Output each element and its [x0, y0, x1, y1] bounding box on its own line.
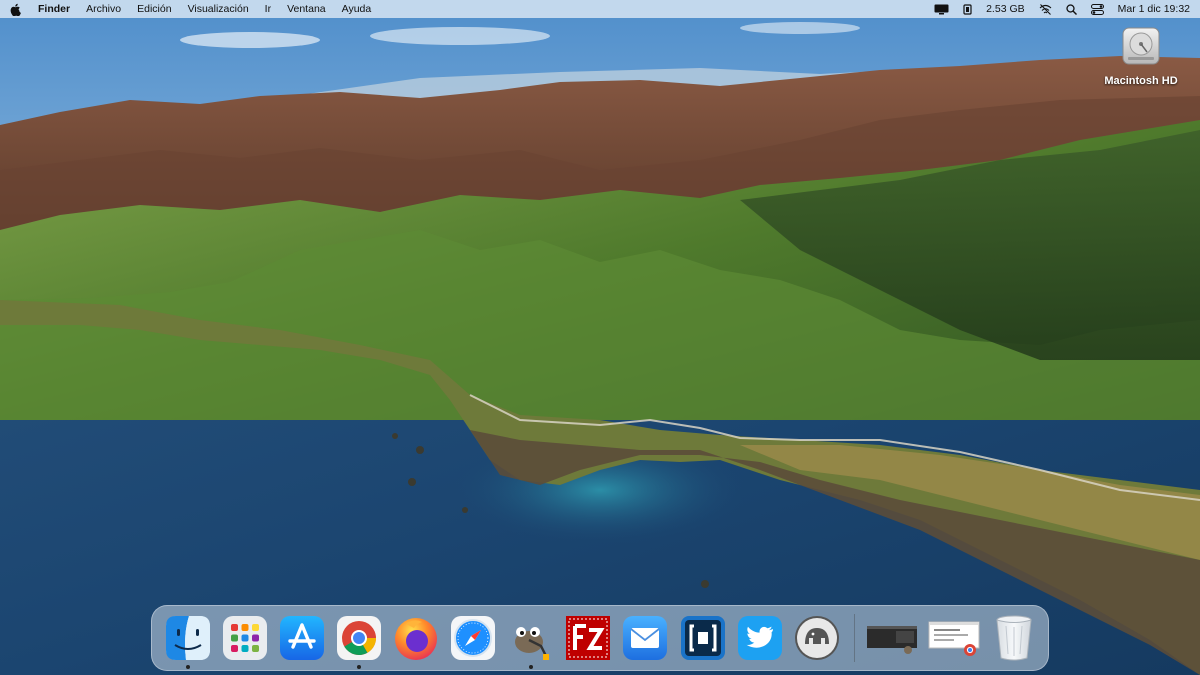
dock-safari[interactable] — [450, 614, 497, 662]
hard-drive-icon — [1119, 24, 1163, 73]
safari-icon — [450, 615, 496, 661]
dock-minimized-chrome[interactable] — [927, 614, 982, 662]
dock-launchpad[interactable] — [222, 614, 269, 662]
spotlight-search-icon[interactable] — [1065, 3, 1077, 15]
control-center-icon[interactable] — [1090, 3, 1104, 15]
menu-visualizacion[interactable]: Visualización — [188, 3, 249, 15]
trash-icon — [994, 614, 1034, 662]
filezilla-icon — [564, 614, 612, 662]
dock-mamp[interactable] — [793, 614, 841, 662]
elephant-icon — [793, 614, 841, 662]
dock-gimp[interactable] — [507, 614, 555, 669]
dock-app-store[interactable] — [278, 614, 325, 662]
memory-chip-icon[interactable] — [963, 3, 972, 15]
finder-icon — [165, 615, 211, 661]
menu-ventana[interactable]: Ventana — [287, 3, 326, 15]
square-bracket-app-icon — [679, 614, 727, 662]
mail-icon — [622, 615, 668, 661]
dock-trash[interactable] — [990, 614, 1037, 662]
chrome-window-thumbnail — [928, 614, 982, 663]
launchpad-icon — [222, 615, 268, 661]
desktop-wallpaper — [0, 0, 1200, 675]
running-indicator — [528, 665, 533, 669]
gimp-icon — [507, 614, 555, 662]
menu-edicion[interactable]: Edición — [137, 3, 171, 15]
desktop-icon-label: Macintosh HD — [1104, 75, 1178, 87]
dock-codeshot[interactable] — [679, 614, 727, 662]
app-store-icon — [279, 615, 325, 661]
wifi-off-icon[interactable] — [1039, 3, 1052, 15]
dock-firefox[interactable] — [392, 614, 440, 662]
menu-ir[interactable]: Ir — [265, 3, 271, 15]
apple-logo-icon[interactable] — [10, 2, 22, 16]
menu-archivo[interactable]: Archivo — [86, 3, 121, 15]
menu-bar-status: 2.53 GB Mar 1 dic 19:32 — [920, 0, 1190, 18]
memory-usage-text[interactable]: 2.53 GB — [986, 3, 1025, 15]
dock-twitter[interactable] — [736, 614, 783, 662]
menu-ayuda[interactable]: Ayuda — [342, 3, 372, 15]
menu-bar-left: Finder Archivo Edición Visualización Ir … — [10, 0, 387, 18]
desktop-icon-macintosh-hd[interactable]: Macintosh HD — [1095, 24, 1187, 87]
firefox-icon — [392, 614, 440, 662]
running-indicator — [186, 665, 191, 669]
clock-datetime[interactable]: Mar 1 dic 19:32 — [1118, 3, 1190, 15]
menu-bar: Finder Archivo Edición Visualización Ir … — [0, 0, 1200, 18]
dock — [151, 605, 1049, 671]
menu-app-finder[interactable]: Finder — [38, 3, 70, 15]
running-indicator — [356, 665, 361, 669]
dock-mail[interactable] — [622, 614, 669, 662]
terminal-window-thumbnail — [866, 616, 920, 661]
display-status-icon[interactable] — [934, 4, 949, 15]
dock-minimized-terminal[interactable] — [866, 614, 921, 662]
twitter-icon — [737, 615, 783, 661]
chrome-icon — [336, 615, 382, 661]
dock-finder[interactable] — [165, 614, 212, 669]
dock-filezilla[interactable] — [564, 614, 612, 662]
dock-chrome[interactable] — [335, 614, 382, 669]
dock-separator — [853, 614, 855, 662]
